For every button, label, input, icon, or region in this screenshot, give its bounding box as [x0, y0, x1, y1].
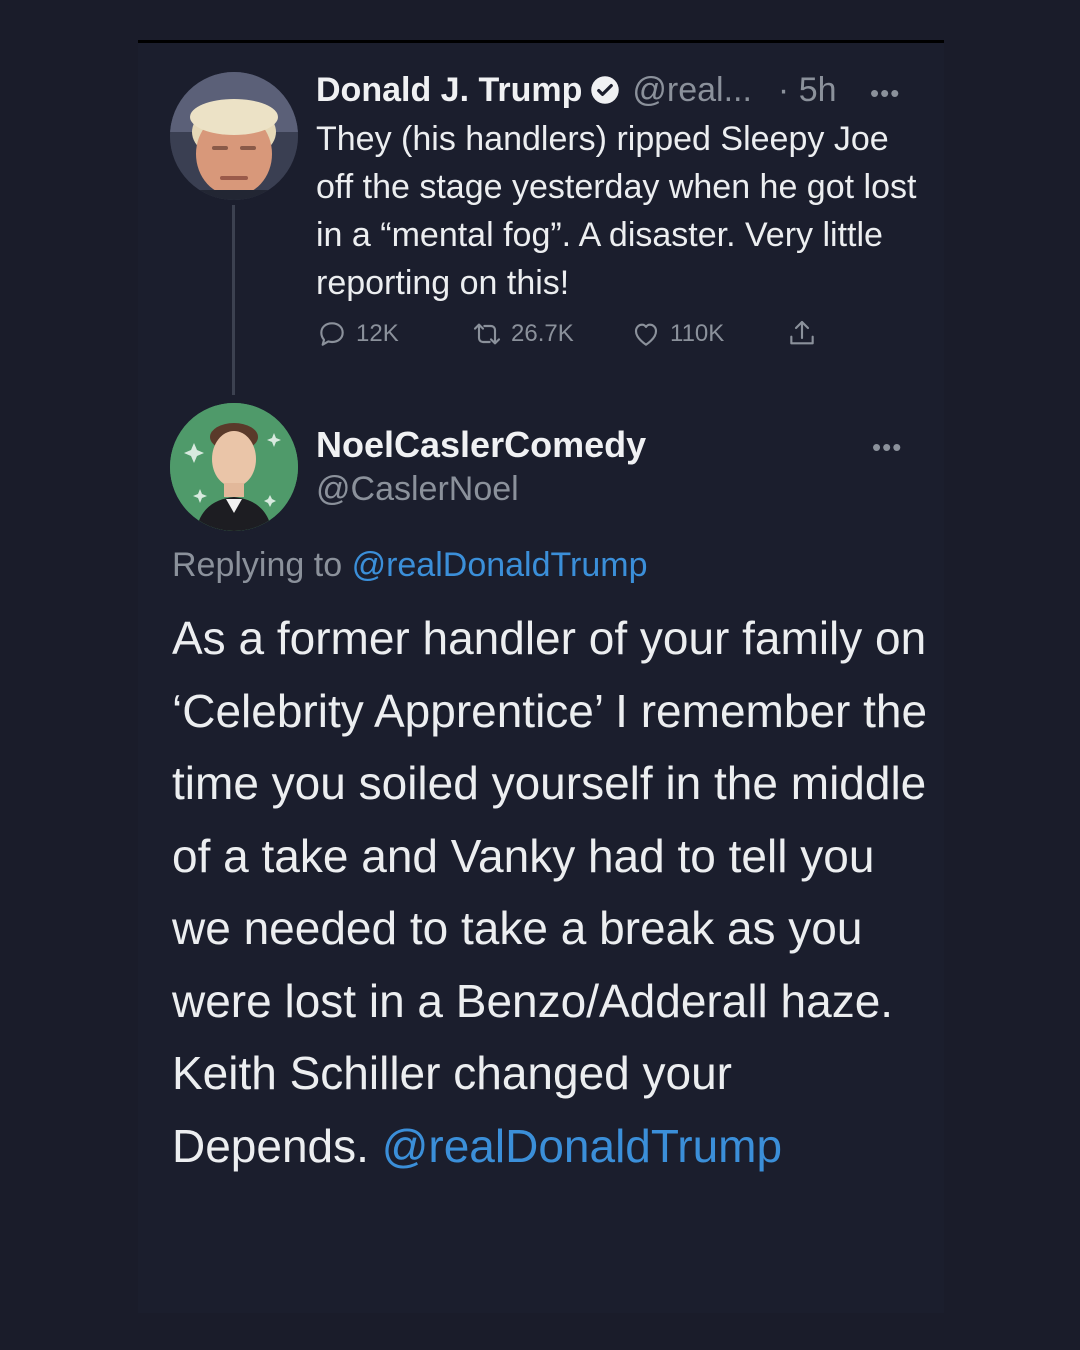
tweet-timestamp[interactable]: · 5h	[778, 71, 837, 110]
trump-avatar[interactable]	[170, 72, 298, 200]
reply-author-name[interactable]: NoelCaslerComedy	[316, 424, 646, 466]
replying-to-prefix: Replying to	[172, 546, 343, 584]
tweet-author-name[interactable]: Donald J. Trump	[316, 71, 582, 110]
retweet-icon	[473, 323, 501, 345]
tweet-action-bar: 12K 26.7K 110K	[316, 318, 836, 358]
more-options-icon[interactable]: •••	[872, 432, 902, 463]
like-count: 110K	[670, 320, 725, 347]
verified-badge-icon	[590, 75, 620, 105]
reply-count: 12K	[356, 320, 399, 347]
tweet-body: They (his handlers) ripped Sleepy Joe of…	[316, 120, 917, 302]
tweet-author-handle[interactable]: @real...	[632, 71, 752, 110]
tweet-header: Donald J. Trump @real... · 5h	[316, 70, 837, 110]
reply-body-text: As a former handler of your family on ‘C…	[172, 612, 928, 1172]
retweet-count: 26.7K	[511, 320, 574, 347]
reply-author-handle[interactable]: @CaslerNoel	[316, 470, 519, 509]
retweet-button[interactable]: 26.7K	[471, 318, 574, 350]
noel-avatar-portrait	[170, 403, 298, 531]
noel-avatar[interactable]	[170, 403, 298, 531]
thread-connector-line	[232, 205, 235, 395]
trump-avatar-portrait	[170, 72, 298, 200]
reply-icon	[320, 322, 344, 346]
replying-to-line: Replying to @realDonaldTrump	[172, 546, 648, 585]
replying-to-mention[interactable]: @realDonaldTrump	[352, 546, 648, 584]
like-button[interactable]: 110K	[630, 318, 724, 350]
heart-icon	[634, 323, 658, 346]
share-icon	[790, 320, 814, 345]
more-options-icon[interactable]: •••	[870, 78, 900, 109]
share-button[interactable]	[786, 318, 818, 350]
reply-body-mention[interactable]: @realDonaldTrump	[382, 1120, 782, 1172]
reply-button[interactable]: 12K	[316, 318, 399, 350]
reply-body: As a former handler of your family on ‘C…	[172, 602, 932, 1182]
